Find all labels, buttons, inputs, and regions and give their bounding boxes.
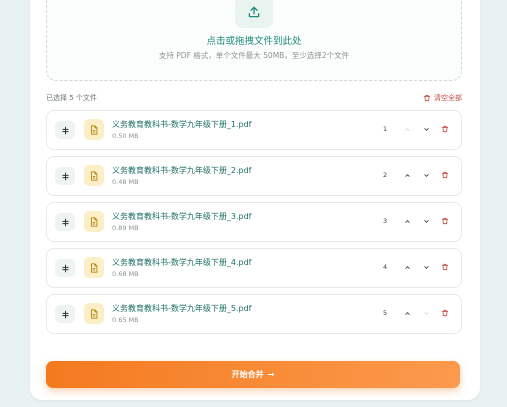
delete-file-button[interactable] [439,123,451,135]
chevron-up-icon [404,173,410,177]
file-row: 义务教育教科书-数学九年级下册_3.pdf 0.89 MB 3 [46,202,462,242]
move-down-button[interactable] [420,261,432,273]
trash-icon [441,217,449,225]
pdf-file-icon [84,303,104,324]
dropzone-subtitle: 支持 PDF 格式，单个文件最大 50MB，至少选择2个文件 [158,51,350,60]
pdf-file-icon [84,211,104,232]
pdf-file-icon [84,119,104,140]
delete-file-button[interactable] [439,215,451,227]
chevron-down-icon [423,311,429,315]
file-size: 0.50 MB [112,132,139,140]
file-order-number: 3 [383,217,388,225]
trash-icon [441,309,449,317]
clear-all-label: 清空全部 [434,94,462,102]
trash-icon [423,94,431,102]
merge-card: 点击或拖拽文件到此处 支持 PDF 格式，单个文件最大 50MB，至少选择2个文… [30,0,480,400]
drag-handle-icon[interactable] [55,305,75,323]
drag-handle-icon[interactable] [55,213,75,231]
chevron-down-icon [423,265,429,269]
clear-all-button[interactable]: 清空全部 [423,93,462,103]
dropzone-title: 点击或拖拽文件到此处 [206,36,302,47]
pdf-file-icon [84,257,104,278]
upload-icon [235,0,273,28]
file-size: 0.65 MB [112,316,139,324]
pdf-file-icon [84,165,104,186]
file-row: 义务教育教科书-数学九年级下册_1.pdf 0.50 MB 1 [46,110,462,150]
start-merge-label: 开始合并 [231,370,264,379]
chevron-up-icon [404,219,410,223]
drag-handle-icon[interactable] [55,167,75,185]
chevron-down-icon [423,219,429,223]
chevron-up-icon [404,127,410,131]
trash-icon [441,125,449,133]
move-up-button[interactable] [401,261,413,273]
delete-file-button[interactable] [439,169,451,181]
file-order-number: 5 [383,309,388,317]
file-name: 义务教育教科书-数学九年级下册_5.pdf [112,304,252,313]
file-row: 义务教育教科书-数学九年级下册_4.pdf 0.68 MB 4 [46,248,462,288]
move-up-button[interactable] [401,169,413,181]
start-merge-button[interactable]: 开始合并 → [46,361,460,388]
file-row: 义务教育教科书-数学九年级下册_2.pdf 0.48 MB 2 [46,156,462,196]
file-order-number: 1 [383,125,388,133]
delete-file-button[interactable] [439,261,451,273]
file-name: 义务教育教科书-数学九年级下册_4.pdf [112,258,252,267]
drag-handle-icon[interactable] [55,121,75,139]
file-size: 0.68 MB [112,270,139,278]
delete-file-button[interactable] [439,307,451,319]
selected-count-label: 已选择 5 个文件 [46,94,97,102]
trash-icon [441,263,449,271]
chevron-down-icon [423,127,429,131]
chevron-up-icon [404,265,410,269]
file-row: 义务教育教科书-数学九年级下册_5.pdf 0.65 MB 5 [46,294,462,334]
file-size: 0.89 MB [112,224,139,232]
arrow-right-icon: → [267,370,275,379]
move-down-button [420,307,432,319]
file-order-number: 2 [383,171,388,179]
chevron-down-icon [423,173,429,177]
move-up-button[interactable] [401,215,413,227]
move-down-button[interactable] [420,123,432,135]
move-down-button[interactable] [420,169,432,181]
file-name: 义务教育教科书-数学九年级下册_2.pdf [112,166,252,175]
chevron-up-icon [404,311,410,315]
drag-handle-icon[interactable] [55,259,75,277]
file-name: 义务教育教科书-数学九年级下册_1.pdf [112,120,252,129]
file-order-number: 4 [383,263,388,271]
file-dropzone[interactable]: 点击或拖拽文件到此处 支持 PDF 格式，单个文件最大 50MB，至少选择2个文… [46,0,462,81]
move-down-button[interactable] [420,215,432,227]
trash-icon [441,171,449,179]
move-up-button[interactable] [401,307,413,319]
move-up-button [401,123,413,135]
file-size: 0.48 MB [112,178,139,186]
file-name: 义务教育教科书-数学九年级下册_3.pdf [112,212,252,221]
